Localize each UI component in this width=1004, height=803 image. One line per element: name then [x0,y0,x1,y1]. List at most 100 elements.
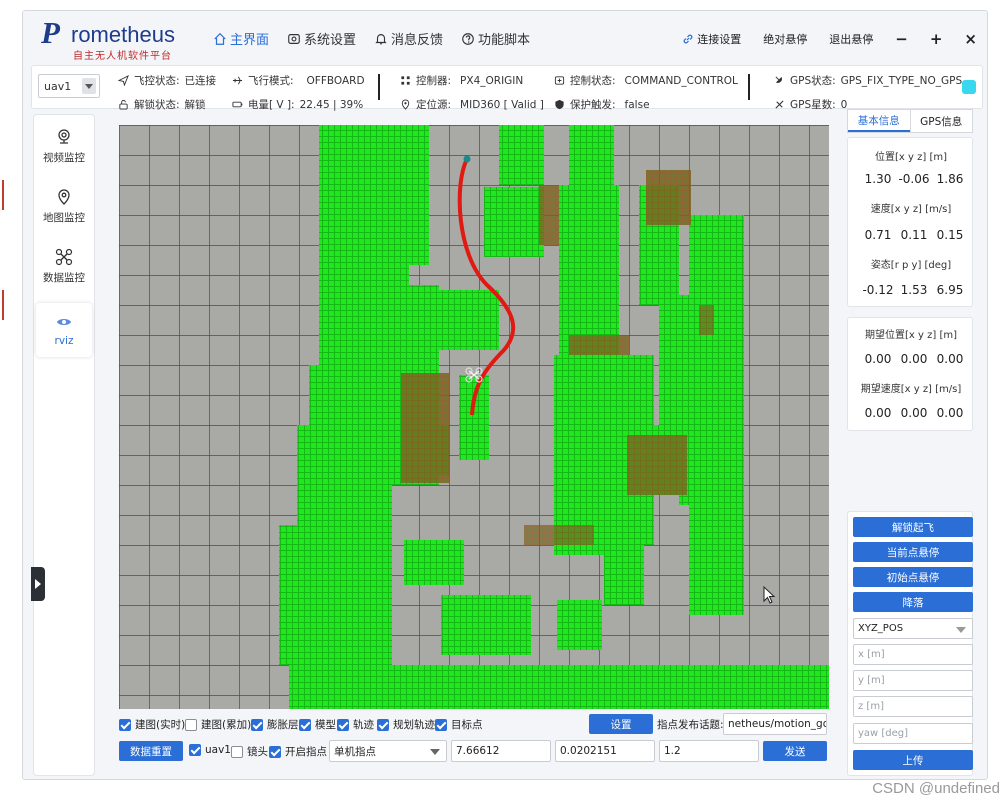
status-group-5: GPS状态: GPS_FIX_TYPE_NO_GPS GPS星数: 0 [774,73,962,112]
check-inflation[interactable]: 膨胀层 [251,717,299,732]
nav-scripts[interactable]: 功能脚本 [461,29,530,48]
check-enable-point[interactable]: 开启指点 [269,744,327,759]
checkbox[interactable] [269,745,281,758]
rviz-viewport[interactable] [119,125,829,709]
logo-subtitle: 自主无人机软件平台 [73,51,172,62]
checkbox[interactable] [189,744,201,756]
unlock-takeoff-button[interactable]: 解锁起飞 [853,517,973,537]
checkbox[interactable] [337,718,349,731]
frame-select[interactable]: XYZ_POS [853,618,973,639]
send-button[interactable]: 发送 [763,741,827,761]
logo: P rometheus 自主无人机软件平台 [41,15,201,62]
locator-label: 定位源: [416,99,452,111]
cmd-yaw-input[interactable]: yaw [deg] [853,723,973,744]
cmd-x-input[interactable]: x [m] [853,644,973,665]
hover-current-button[interactable]: 当前点悬停 [853,542,973,562]
checkbox[interactable] [231,745,243,758]
close-button[interactable]: × [964,31,977,46]
control-state-label: 控制状态: [570,75,616,87]
status-group-4: 控制状态: COMMAND_CONTROL 保护触发: false [554,73,738,112]
status-group-2: 飞行模式: OFFBOARD 电量[ V ]: 22.45 | 39% [232,73,365,112]
app-window: P rometheus 自主无人机软件平台 主界面 系统设置 消息反馈 功能脚本 [22,10,988,780]
maximize-button[interactable]: + [930,31,943,46]
point-mode-value: 单机指点 [334,745,376,758]
check-trajectory[interactable]: 轨迹 [337,717,374,732]
check-lens[interactable]: 镜头 [231,744,268,759]
logo-text: rometheus [71,22,175,47]
shield-icon [555,99,564,110]
goal-x-input[interactable]: 7.66612 [451,740,551,762]
checkbox[interactable] [299,718,311,731]
checkbox[interactable] [119,718,131,731]
goal-z-input[interactable]: 1.2 [659,740,759,762]
cmd-z-input[interactable]: z [m] [853,696,973,717]
status-indicator [962,80,976,94]
hover-initial-button[interactable]: 初始点悬停 [853,567,973,587]
sidebar-item-label: 视频监控 [43,151,85,164]
logo-letter: P [41,15,60,50]
sidebar-item-map[interactable]: 地图监控 [36,179,92,233]
check-map-accum[interactable]: 建图(累加) [185,717,251,732]
exit-hover-button[interactable]: 退出悬停 [829,31,873,47]
checkbox[interactable] [377,718,389,731]
checkbox[interactable] [435,718,447,731]
sidebar-item-data[interactable]: 数据监控 [36,239,92,293]
checkbox[interactable] [185,718,197,731]
unlock-state: 解锁状态: 解锁 [118,97,216,112]
fc-state-label: 飞控状态: [134,75,180,87]
expected-position-y: 0.00 [900,352,928,366]
check-map-live[interactable]: 建图(实时) [119,717,185,732]
check-model[interactable]: 模型 [299,717,336,732]
locator: 定位源: MID360 [ Valid ] [400,97,544,112]
fc-state: 飞控状态: 已连接 [118,73,216,88]
tab-basic-info[interactable]: 基本信息 [848,110,910,132]
upload-button[interactable]: 上传 [853,750,973,770]
nav-feedback[interactable]: 消息反馈 [374,29,443,48]
check-planned-trajectory[interactable]: 规划轨迹 [377,717,435,732]
reset-data-button[interactable]: 数据重置 [119,741,183,761]
watermark: CSDN @undefined [872,780,1000,797]
link-settings-button[interactable]: 连接设置 [682,31,741,47]
help-icon [462,32,474,45]
check-label: 目标点 [451,719,483,731]
velocity-z: 0.15 [936,228,964,242]
topic-label-text: 指点发布话题: [657,719,724,731]
land-button[interactable]: 降落 [853,592,973,612]
sidebar-item-video[interactable]: 视频监控 [36,119,92,173]
send-icon [118,75,129,86]
check-label: 膨胀层 [267,719,299,731]
nav-home[interactable]: 主界面 [213,29,269,48]
point-mode-select[interactable]: 单机指点 [329,740,447,762]
checkbox[interactable] [251,718,263,731]
rviz-icon [57,319,71,325]
nav-system-settings[interactable]: 系统设置 [287,29,356,48]
check-uav1[interactable]: uav1 [189,744,231,756]
battery-value: 22.45 | 39% [299,98,364,111]
camera-icon [58,128,70,144]
settings-button[interactable]: 设置 [589,714,653,734]
minimize-button[interactable]: − [895,31,908,46]
expected-position-x: 0.00 [864,352,892,366]
sidebar-item-rviz[interactable]: rviz [36,303,92,357]
protect: 保护触发: false [554,97,738,112]
settings-icon [288,33,300,44]
cmd-y-input[interactable]: y [m] [853,670,973,691]
position-x: 1.30 [864,172,892,186]
battery-label: 电量[ V ]: [248,99,295,111]
check-label: 镜头 [247,746,268,758]
expected-velocity-label: 期望速度[x y z] [m/s] [860,384,962,395]
tab-gps-info[interactable]: GPS信息 [909,110,973,132]
goal-y-input[interactable]: 0.0202151 [555,740,655,762]
control-icon [554,76,565,85]
abs-hover-button[interactable]: 绝对悬停 [763,31,807,47]
expected-position-z: 0.00 [936,352,964,366]
topic-input[interactable]: netheus/motion_goal [723,713,827,735]
info-tabs: 基本信息 GPS信息 [847,109,973,133]
protect-label: 保护触发: [570,99,616,111]
sidebar-toggle-handle[interactable] [31,567,45,601]
uav-select[interactable]: uav1 [38,74,100,98]
background-edge [0,0,22,803]
nav-scripts-label: 功能脚本 [478,33,531,48]
check-label: 建图(实时) [135,719,186,731]
check-goal-point[interactable]: 目标点 [435,717,483,732]
